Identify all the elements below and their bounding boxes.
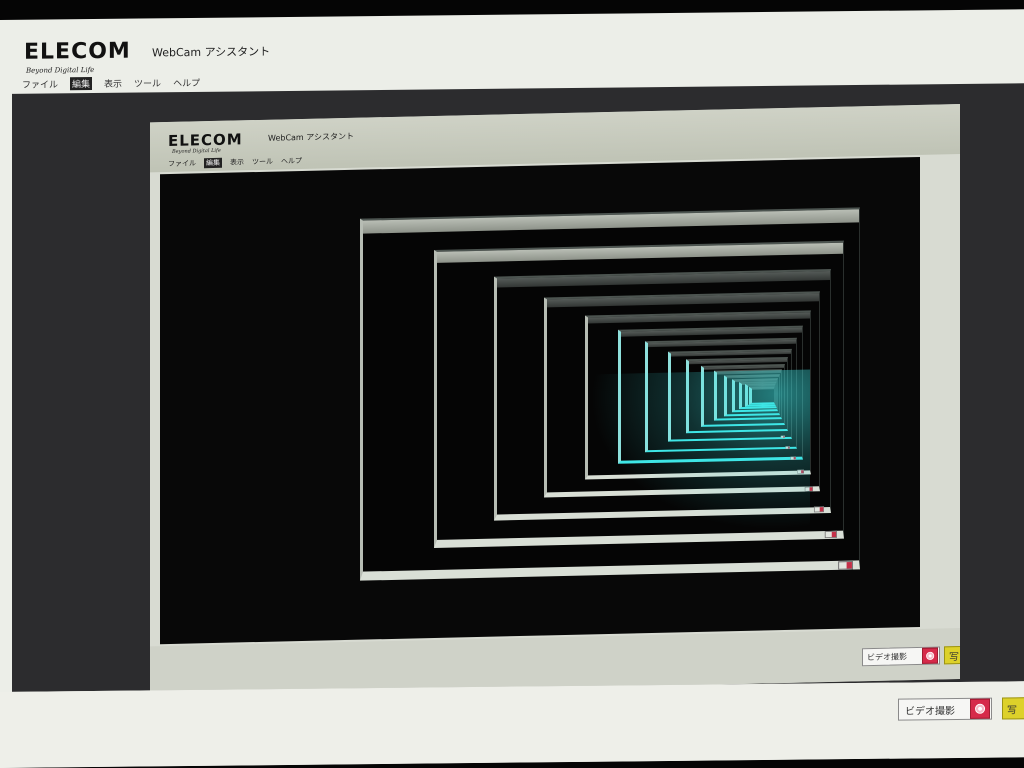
elecom-logo: ELECOM [24,38,131,65]
tunnel-frame-title-bar [587,312,810,324]
tunnel-record-button [781,435,786,439]
tunnel-record-button [838,561,854,570]
tunnel-record-button [824,530,837,538]
captured-menu-help: ヘルプ [281,156,302,166]
tunnel-frame-title-bar [648,340,797,348]
tunnel-frame-title-bar [620,327,803,337]
tunnel-frame-title-bar [752,387,774,390]
snapshot-button[interactable]: 写 [1002,697,1024,720]
captured-logo-tagline: Beyond Digital Life [172,147,221,155]
camera-preview: ELECOM Beyond Digital Life WebCam アシスタント… [12,83,1024,692]
captured-snapshot-button: 写 [944,645,960,665]
tunnel-record-button [790,456,797,460]
bottom-bar: ビデオ撮影 写 [0,681,1024,768]
captured-menu-bar: ファイル 編集 表示 ツール ヘルプ [168,156,302,169]
tunnel-record-button [813,506,824,513]
menu-help[interactable]: ヘルプ [173,76,200,89]
record-icon [970,698,990,719]
menu-view[interactable]: 表示 [104,77,122,90]
captured-snapshot-label: 写 [949,651,959,663]
feedback-tunnel [160,157,920,644]
captured-app-title: WebCam アシスタント [268,131,354,143]
app-title: WebCam アシスタント [152,45,271,60]
logo-tagline: Beyond Digital Life [26,66,95,75]
menu-edit[interactable]: 編集 [70,77,93,91]
menu-tools[interactable]: ツール [134,76,161,89]
tunnel-record-button [804,486,813,492]
menu-file[interactable]: ファイル [22,77,58,90]
captured-record-icon [922,647,938,664]
captured-menu-edit: 編集 [204,157,222,169]
captured-record-button: ビデオ撮影 [862,646,940,667]
tunnel-frame-title-bar [363,209,860,234]
captured-menu-view: 表示 [230,158,244,167]
tunnel-frame-title-bar [689,358,788,364]
monitor-screen: ELECOM Beyond Digital Life WebCam アシスタント… [0,0,1024,768]
captured-preview [160,156,920,645]
menu-bar: ファイル 編集 表示 ツール ヘルプ [22,76,200,91]
webcam-assistant-window: ELECOM Beyond Digital Life WebCam アシスタント… [0,9,1024,768]
captured-menu-file: ファイル [168,159,196,169]
captured-window: ELECOM Beyond Digital Life WebCam アシスタント… [150,104,960,692]
captured-elecom-logo: ELECOM [168,130,243,151]
tunnel-record-button [785,445,791,449]
captured-record-label: ビデオ撮影 [867,651,907,662]
tunnel-record-button [797,469,804,474]
video-record-button[interactable]: ビデオ撮影 [898,697,992,721]
record-label: ビデオ撮影 [905,705,955,718]
tunnel-frame [749,385,775,405]
captured-menu-tools: ツール [252,157,273,167]
tunnel-frame-title-bar [670,350,792,357]
snapshot-label: 写 [1007,704,1017,716]
